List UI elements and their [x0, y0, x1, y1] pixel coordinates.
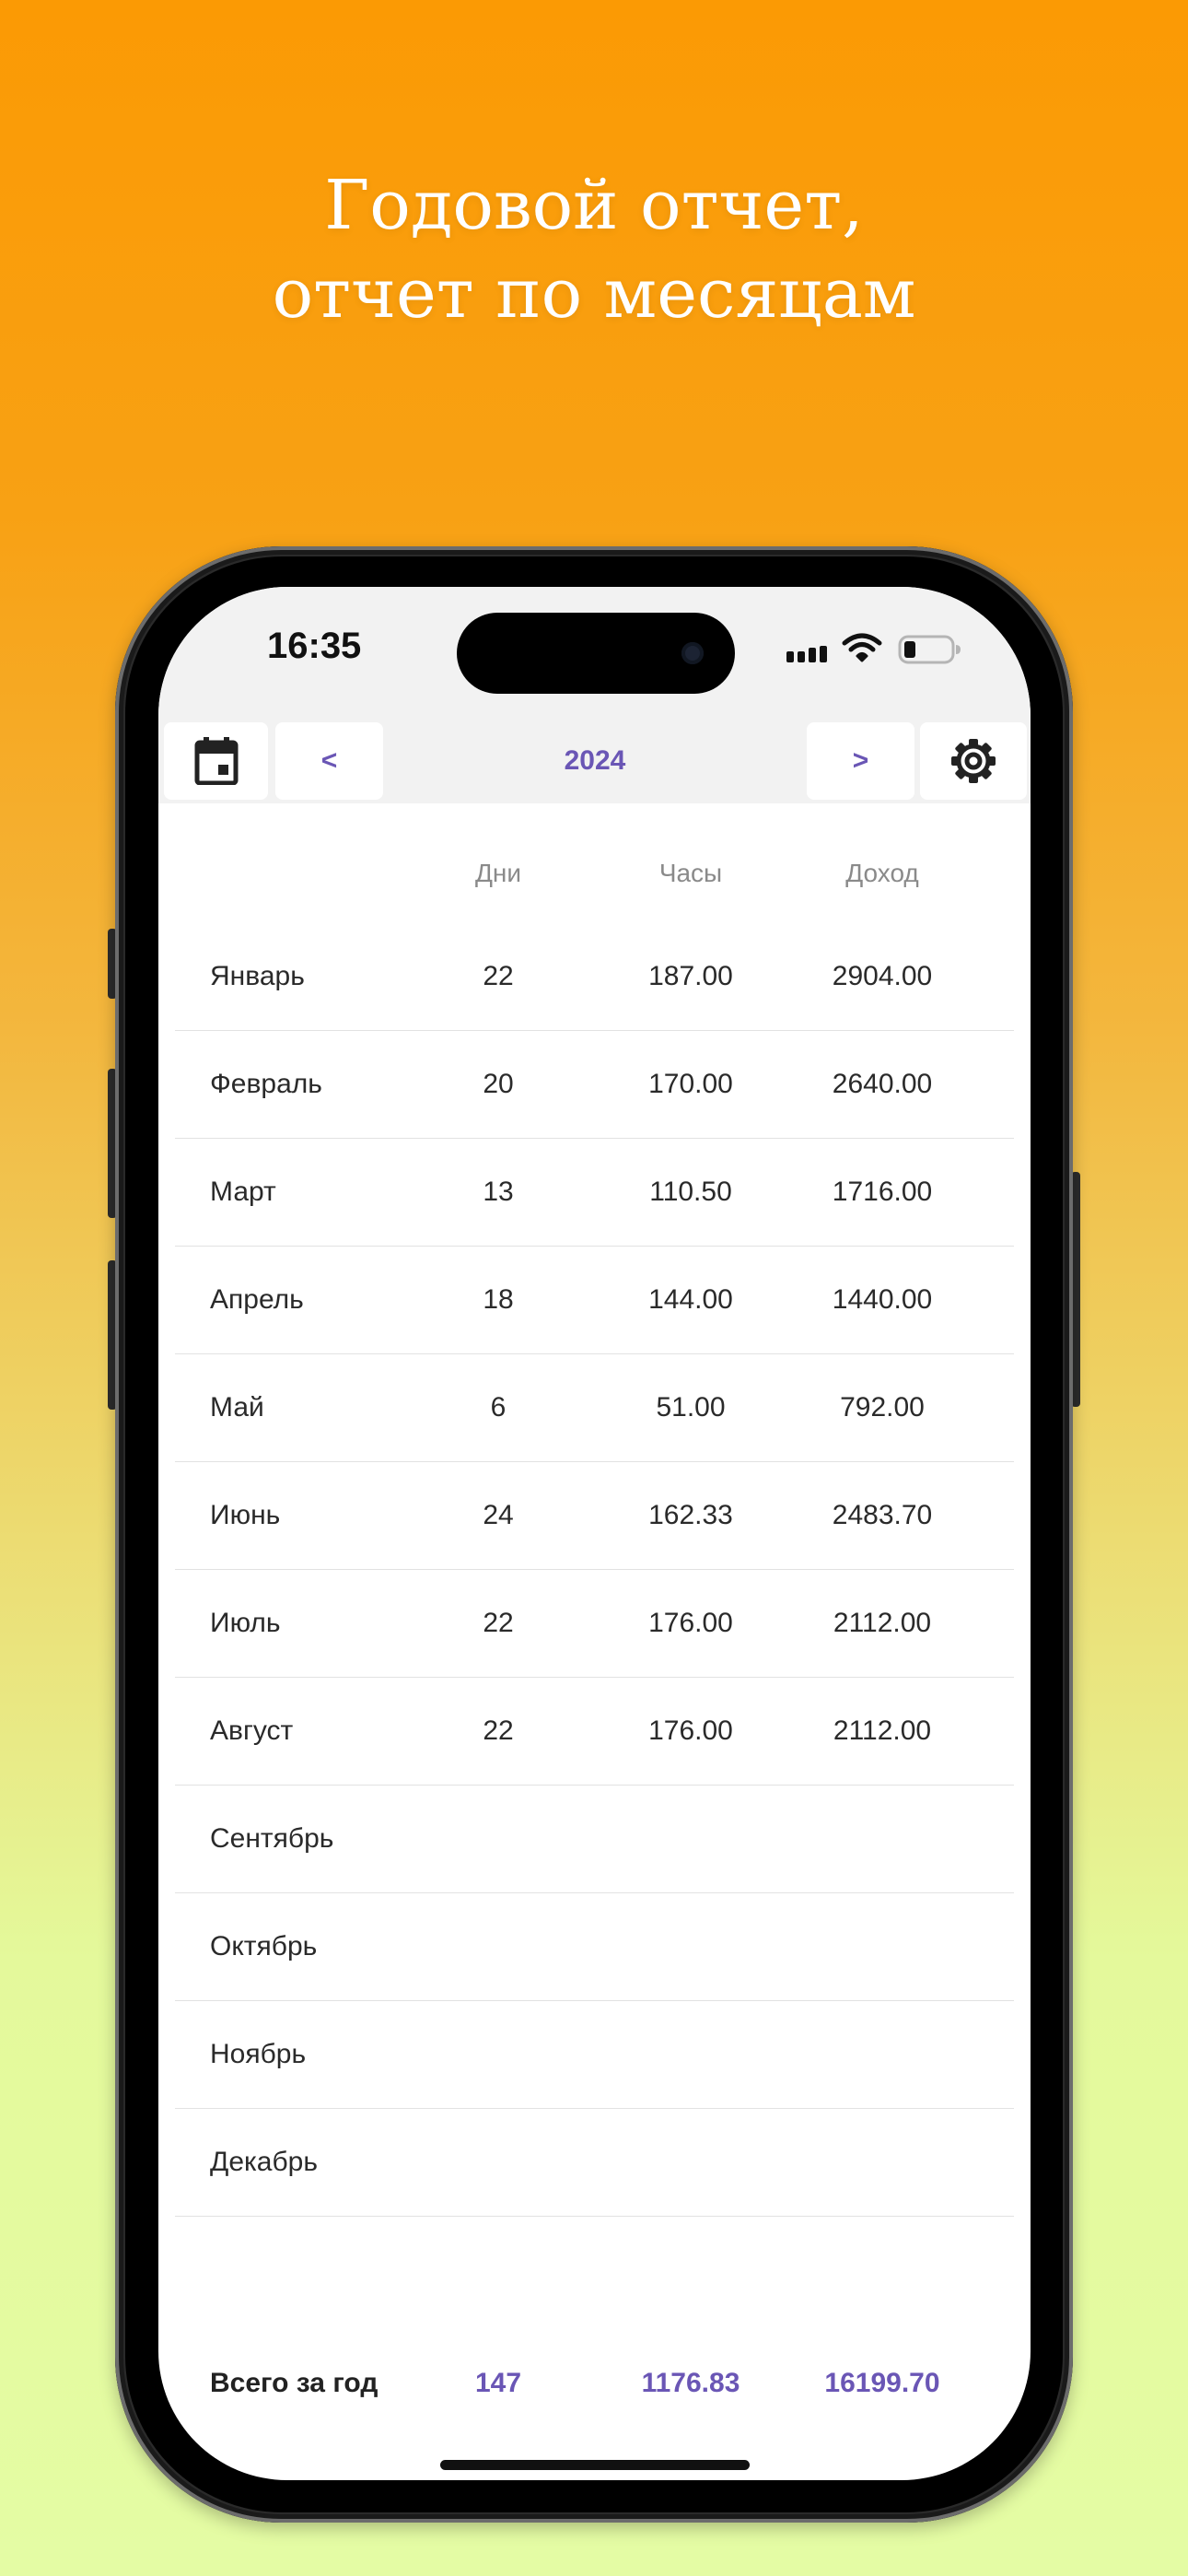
month-row[interactable]: Июнь 24 162.33 2483.70	[175, 1461, 1014, 1570]
month-row[interactable]: Август 22 176.00 2112.00	[175, 1677, 1014, 1786]
month-row[interactable]: Май 6 51.00 792.00	[175, 1353, 1014, 1462]
gear-icon	[951, 739, 996, 783]
month-days: 18	[483, 1284, 514, 1315]
header-days: Дни	[474, 859, 522, 887]
month-name: Май	[210, 1392, 264, 1423]
month-days	[429, 1892, 567, 2000]
month-name: Июль	[210, 1608, 281, 1638]
cellular-signal-icon	[786, 635, 833, 662]
month-income	[813, 1892, 951, 2000]
month-hours: 110.50	[649, 1177, 732, 1207]
month-name: Апрель	[210, 1284, 304, 1315]
promo-headline-line2: отчет по месяцам	[272, 254, 916, 334]
month-income: 2483.70	[832, 1500, 933, 1530]
month-name: Ноябрь	[210, 2039, 307, 2069]
month-name: Январь	[210, 961, 305, 991]
month-days	[429, 1785, 567, 1892]
month-days: 24	[483, 1500, 514, 1530]
month-hours: 162.33	[648, 1500, 733, 1530]
status-bar: 16:35 < 2024 >	[158, 587, 1031, 803]
month-row[interactable]: Июль 22 176.00 2112.00	[175, 1569, 1014, 1678]
year-label: 2024	[564, 745, 626, 776]
wifi-icon	[842, 633, 882, 662]
battery-icon	[898, 635, 961, 664]
month-days: 6	[490, 1392, 507, 1423]
month-row[interactable]: Сентябрь	[175, 1785, 1014, 1893]
month-name: Октябрь	[210, 1931, 318, 1961]
promo-headline-line1: Годовой отчет,	[324, 166, 864, 245]
header-income: Доход	[845, 859, 919, 887]
month-income: 2904.00	[832, 961, 933, 991]
promo-headline: Годовой отчет, отчет по месяцам	[0, 161, 1188, 338]
month-hours	[622, 1892, 760, 2000]
toolbar: < 2024 >	[158, 722, 1031, 803]
settings-button[interactable]	[920, 722, 1027, 800]
month-days: 20	[483, 1069, 514, 1099]
month-income: 2112.00	[833, 1608, 932, 1638]
month-hours: 170.00	[648, 1069, 733, 1099]
front-camera-icon	[681, 642, 704, 664]
year-total-row: Всего за год 147 1176.83 16199.70	[175, 2359, 1014, 2407]
month-name: Март	[210, 1177, 276, 1207]
month-hours	[622, 2000, 760, 2108]
year-total-label: Всего за год	[210, 2368, 379, 2398]
month-row[interactable]: Апрель 18 144.00 1440.00	[175, 1246, 1014, 1354]
month-name: Февраль	[210, 1069, 322, 1099]
year-total-hours: 1176.83	[641, 2368, 740, 2398]
month-income: 792.00	[840, 1392, 925, 1423]
month-income: 2112.00	[833, 1715, 932, 1746]
status-time: 16:35	[267, 626, 362, 666]
month-hours: 187.00	[648, 961, 733, 991]
next-year-button[interactable]: >	[807, 722, 914, 800]
month-row[interactable]: Март 13 110.50 1716.00	[175, 1138, 1014, 1247]
month-income	[813, 2000, 951, 2108]
month-income: 1440.00	[832, 1284, 933, 1315]
month-row[interactable]: Ноябрь	[175, 2000, 1014, 2109]
month-row[interactable]: Февраль 20 170.00 2640.00	[175, 1030, 1014, 1139]
month-income	[813, 2108, 951, 2216]
month-hours	[622, 1785, 760, 1892]
month-name: Декабрь	[210, 2147, 318, 2177]
month-name: Август	[210, 1715, 294, 1746]
month-name: Сентябрь	[210, 1823, 334, 1854]
header-hours: Часы	[658, 859, 723, 887]
month-hours: 176.00	[648, 1608, 733, 1638]
year-total-days: 147	[474, 2368, 522, 2398]
month-days	[429, 2000, 567, 2108]
month-income: 1716.00	[832, 1177, 933, 1207]
month-row[interactable]: Декабрь	[175, 2108, 1014, 2217]
month-name: Июнь	[210, 1500, 281, 1530]
calendar-icon	[194, 737, 238, 785]
month-days	[429, 2108, 567, 2216]
month-hours: 51.00	[656, 1392, 726, 1423]
home-indicator[interactable]	[440, 2460, 750, 2470]
month-hours: 176.00	[648, 1715, 733, 1746]
month-income: 2640.00	[832, 1069, 933, 1099]
month-income	[813, 1785, 951, 1892]
month-row[interactable]: Январь 22 187.00 2904.00	[175, 922, 1014, 1031]
month-days: 13	[483, 1177, 514, 1207]
year-total-income: 16199.70	[824, 2368, 940, 2398]
month-days: 22	[483, 1608, 514, 1638]
calendar-button[interactable]	[164, 722, 268, 800]
month-hours	[622, 2108, 760, 2216]
previous-year-button[interactable]: <	[275, 722, 383, 800]
phone-screen: 16:35 < 2024 > Дни Часы Доход Январь 22 …	[158, 587, 1031, 2480]
month-hours: 144.00	[648, 1284, 733, 1315]
month-row[interactable]: Октябрь	[175, 1892, 1014, 2001]
month-days: 22	[483, 1715, 514, 1746]
month-days: 22	[483, 961, 514, 991]
